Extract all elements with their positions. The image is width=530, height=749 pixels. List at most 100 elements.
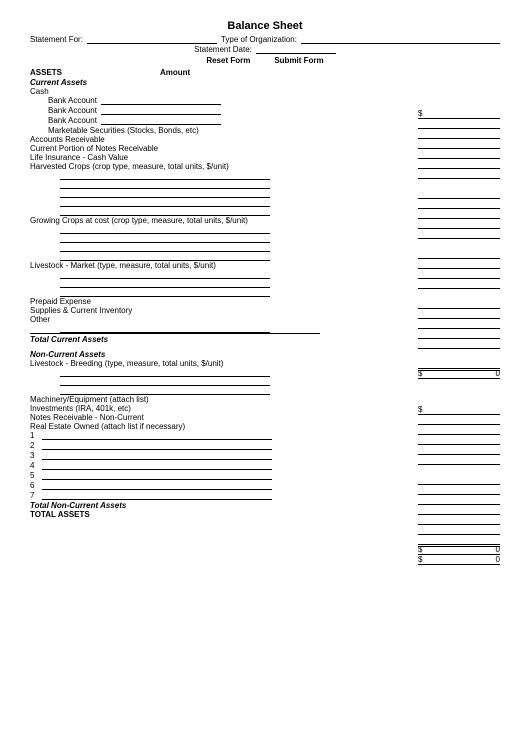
amt-notes-current[interactable] — [418, 160, 500, 169]
re-num-6: 6 — [30, 481, 42, 490]
amount-header: Amount — [160, 68, 190, 77]
amt-growing-1[interactable] — [418, 250, 500, 259]
form-buttons: Reset Form Submit Form — [30, 56, 500, 65]
re-row-2: 2 — [30, 441, 320, 450]
livestock-mkt-line-3[interactable] — [60, 288, 270, 297]
amt-harvested-5[interactable] — [418, 230, 500, 239]
prepaid-label: Prepaid Expense — [30, 297, 320, 306]
amt-re-2[interactable] — [418, 486, 500, 495]
re-input-5[interactable] — [42, 471, 272, 480]
harvested-line-2[interactable] — [60, 180, 270, 189]
livestock-mkt-line-2[interactable] — [60, 279, 270, 288]
growing-line-3[interactable] — [60, 243, 270, 252]
amt-harvested-4[interactable] — [418, 220, 500, 229]
bank-input-1[interactable] — [101, 96, 221, 105]
amt-livestock-1[interactable] — [418, 300, 500, 309]
amt-other[interactable] — [418, 360, 500, 369]
amt-harvested-3[interactable] — [418, 210, 500, 219]
amt-re-4[interactable] — [418, 506, 500, 515]
amt-harvested-1[interactable] — [418, 190, 500, 199]
re-input-4[interactable] — [42, 461, 272, 470]
amt-total-current: $0 — [418, 370, 500, 379]
re-num-5: 5 — [30, 471, 42, 480]
column-headers: ASSETS Amount — [30, 68, 500, 77]
amt-notes-nc[interactable] — [418, 456, 500, 465]
growing-label: Growing Crops at cost (crop type, measur… — [30, 216, 320, 225]
livestock-mkt-line-1[interactable] — [60, 270, 270, 279]
breed-line-1[interactable] — [60, 368, 270, 377]
amt-harvested-2[interactable] — [418, 200, 500, 209]
re-input-1[interactable] — [42, 431, 272, 440]
amt-bank-1[interactable]: $ — [418, 110, 500, 119]
re-row-1: 1 — [30, 431, 320, 440]
statement-for-input[interactable] — [87, 35, 217, 44]
re-input-7[interactable] — [42, 491, 272, 500]
re-num-2: 2 — [30, 441, 42, 450]
re-input-6[interactable] — [42, 481, 272, 490]
non-current-heading: Non-Current Assets — [30, 350, 320, 359]
other-line-1[interactable] — [60, 324, 270, 333]
re-num-7: 7 — [30, 491, 42, 500]
amt-total-assets: $0 — [418, 556, 500, 565]
amt-growing-2[interactable] — [418, 260, 500, 269]
re-row-5: 5 — [30, 471, 320, 480]
machinery-label: Machinery/Equipment (attach list) — [30, 395, 320, 404]
notes-nc-label: Notes Receivable - Non-Current — [30, 413, 320, 422]
breed-line-2[interactable] — [60, 377, 270, 386]
re-input-2[interactable] — [42, 441, 272, 450]
statement-for-label: Statement For: — [30, 35, 83, 44]
amt-re-3[interactable] — [418, 496, 500, 505]
real-estate-label: Real Estate Owned (attach list if necess… — [30, 422, 320, 431]
growing-line-1[interactable] — [60, 225, 270, 234]
re-row-3: 3 — [30, 451, 320, 460]
re-row-7: 7 — [30, 491, 320, 500]
harvested-line-1[interactable] — [60, 171, 270, 180]
amt-bank-3[interactable] — [418, 130, 500, 139]
amt-growing-4[interactable] — [418, 280, 500, 289]
amt-breed-1[interactable]: $ — [418, 406, 500, 415]
amt-breed-3[interactable] — [418, 426, 500, 435]
amt-re-7[interactable] — [418, 536, 500, 545]
harvested-line-4[interactable] — [60, 198, 270, 207]
amt-re-5[interactable] — [418, 516, 500, 525]
breed-line-3[interactable] — [60, 386, 270, 395]
bank-input-3[interactable] — [101, 116, 221, 125]
statement-date-input[interactable] — [256, 45, 336, 54]
assets-left-block: Current Assets Cash Bank Account Bank Ac… — [30, 78, 320, 519]
amt-re-6[interactable] — [418, 526, 500, 535]
amt-livestock-2[interactable] — [418, 310, 500, 319]
re-row-4: 4 — [30, 461, 320, 470]
amt-investments[interactable] — [418, 446, 500, 455]
amt-growing-3[interactable] — [418, 270, 500, 279]
submit-button[interactable]: Submit Form — [274, 56, 323, 65]
amt-livestock-3[interactable] — [418, 320, 500, 329]
current-assets-heading: Current Assets — [30, 78, 320, 87]
amt-machinery[interactable] — [418, 436, 500, 445]
org-type-input[interactable] — [301, 35, 500, 44]
re-input-3[interactable] — [42, 451, 272, 460]
harvested-label: Harvested Crops (crop type, measure, tot… — [30, 162, 320, 171]
amt-life-ins[interactable] — [418, 170, 500, 179]
amt-breed-2[interactable] — [418, 416, 500, 425]
re-num-1: 1 — [30, 431, 42, 440]
bank-label-3: Bank Account — [48, 116, 97, 125]
bank-input-2[interactable] — [101, 106, 221, 115]
total-non-current: Total Non-Current Assets — [30, 501, 320, 510]
bank-label-1: Bank Account — [48, 96, 97, 105]
supplies-label: Supplies & Current Inventory — [30, 306, 320, 315]
growing-line-2[interactable] — [60, 234, 270, 243]
bank-row-2: Bank Account — [48, 106, 320, 115]
cash-label: Cash — [30, 87, 320, 96]
amt-ar[interactable] — [418, 150, 500, 159]
statement-date-label: Statement Date: — [194, 45, 252, 54]
total-current-assets: Total Current Assets — [30, 333, 320, 344]
harvested-line-3[interactable] — [60, 189, 270, 198]
amt-prepaid[interactable] — [418, 330, 500, 339]
growing-line-4[interactable] — [60, 252, 270, 261]
reset-button[interactable]: Reset Form — [206, 56, 250, 65]
amt-supplies[interactable] — [418, 340, 500, 349]
harvested-line-5[interactable] — [60, 207, 270, 216]
amt-bank-2[interactable] — [418, 120, 500, 129]
amt-re-1[interactable] — [418, 476, 500, 485]
amt-marketable[interactable] — [418, 140, 500, 149]
